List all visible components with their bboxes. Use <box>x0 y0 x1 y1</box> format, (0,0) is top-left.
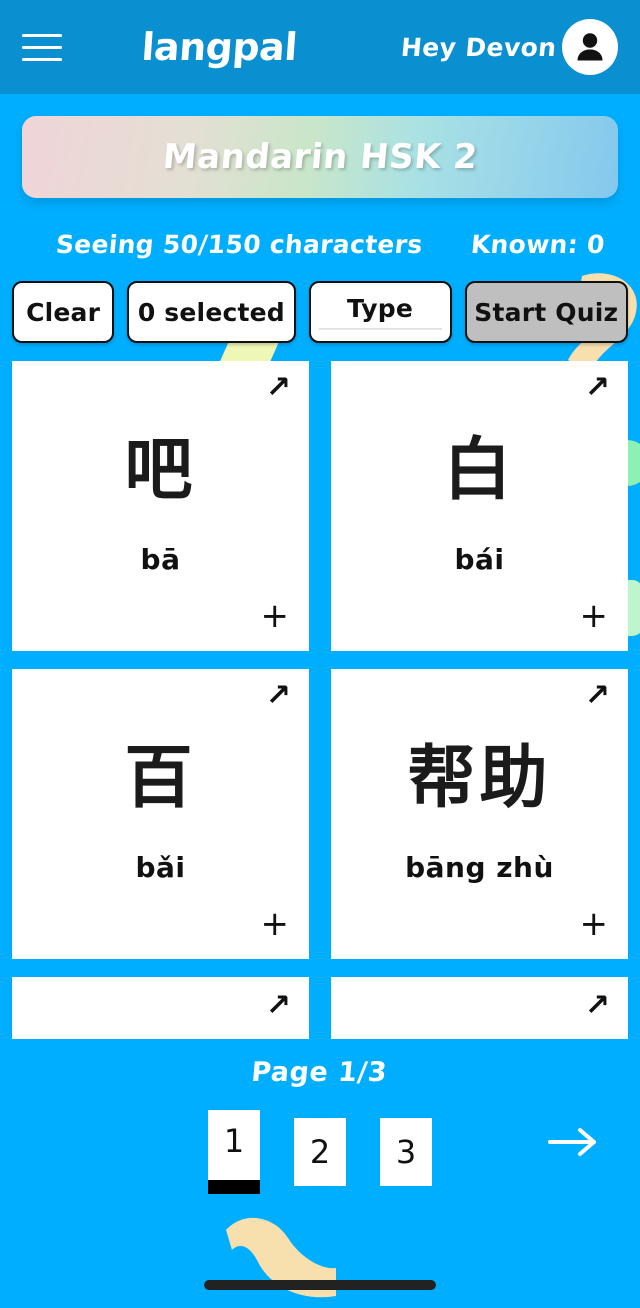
user-greeting: Hey Devon <box>399 32 558 62</box>
character-card[interactable]: ↗ <box>331 977 628 1039</box>
expand-arrow-icon[interactable]: ↗ <box>585 681 610 711</box>
page-button-2[interactable]: 2 <box>294 1118 346 1186</box>
character-card[interactable]: ↗ 白 bái + <box>331 361 628 651</box>
character-card[interactable]: ↗ <box>12 977 309 1039</box>
known-count: Known: 0 <box>469 230 606 259</box>
card-pinyin: bāng zhù <box>405 850 554 884</box>
page-button-1[interactable]: 1 <box>208 1110 260 1194</box>
app-header: langpal Hey Devon <box>0 0 640 94</box>
card-pinyin: bái <box>454 542 505 576</box>
selected-count-button[interactable]: 0 selected <box>127 281 296 343</box>
person-glyph <box>577 33 603 61</box>
user-area[interactable]: Hey Devon <box>399 19 618 75</box>
page-indicator-label: Page 1/3 <box>249 1057 389 1088</box>
card-hanzi: 百 <box>124 738 197 818</box>
main-content: Mandarin HSK 2 Seeing 50/150 characters … <box>0 116 640 1194</box>
app-logo[interactable]: langpal <box>36 25 402 69</box>
start-quiz-button[interactable]: Start Quiz <box>464 281 628 343</box>
character-card[interactable]: ↗ 帮助 bāng zhù + <box>331 669 628 959</box>
card-pinyin: bā <box>140 542 181 576</box>
arrow-right-icon <box>548 1128 596 1156</box>
card-pinyin: bǎi <box>135 850 186 884</box>
type-select[interactable]: Type <box>308 281 452 343</box>
add-plus-icon[interactable]: + <box>261 599 290 633</box>
home-indicator <box>204 1280 436 1290</box>
add-plus-icon[interactable]: + <box>261 907 290 941</box>
page-title: Mandarin HSK 2 <box>160 137 479 177</box>
page-button-3[interactable]: 3 <box>380 1118 432 1186</box>
toolbar: Clear 0 selected Type Start Quiz <box>12 259 628 343</box>
next-page-button[interactable] <box>546 1122 602 1166</box>
add-plus-icon[interactable]: + <box>580 907 609 941</box>
expand-arrow-icon[interactable]: ↗ <box>585 373 610 403</box>
character-card[interactable]: ↗ 百 bǎi + <box>12 669 309 959</box>
clear-button[interactable]: Clear <box>12 281 115 343</box>
character-card-grid: ↗ 吧 bā + ↗ 白 bái + ↗ 百 bǎi + ↗ 帮助 bāng z… <box>12 343 628 1039</box>
expand-arrow-icon[interactable]: ↗ <box>266 373 291 403</box>
character-card[interactable]: ↗ 吧 bā + <box>12 361 309 651</box>
expand-arrow-icon[interactable]: ↗ <box>266 681 291 711</box>
card-hanzi: 白 <box>443 430 516 510</box>
pagination: 1 2 3 <box>12 1088 628 1194</box>
stats-row: Seeing 50/150 characters Known: 0 <box>12 198 628 259</box>
expand-arrow-icon[interactable]: ↗ <box>266 991 291 1021</box>
deck-title-banner: Mandarin HSK 2 <box>22 116 618 198</box>
expand-arrow-icon[interactable]: ↗ <box>585 991 610 1021</box>
card-hanzi: 吧 <box>124 430 197 510</box>
add-plus-icon[interactable]: + <box>580 599 609 633</box>
seeing-count: Seeing 50/150 characters <box>54 230 424 259</box>
user-avatar-icon[interactable] <box>562 19 618 75</box>
card-hanzi: 帮助 <box>407 738 552 818</box>
